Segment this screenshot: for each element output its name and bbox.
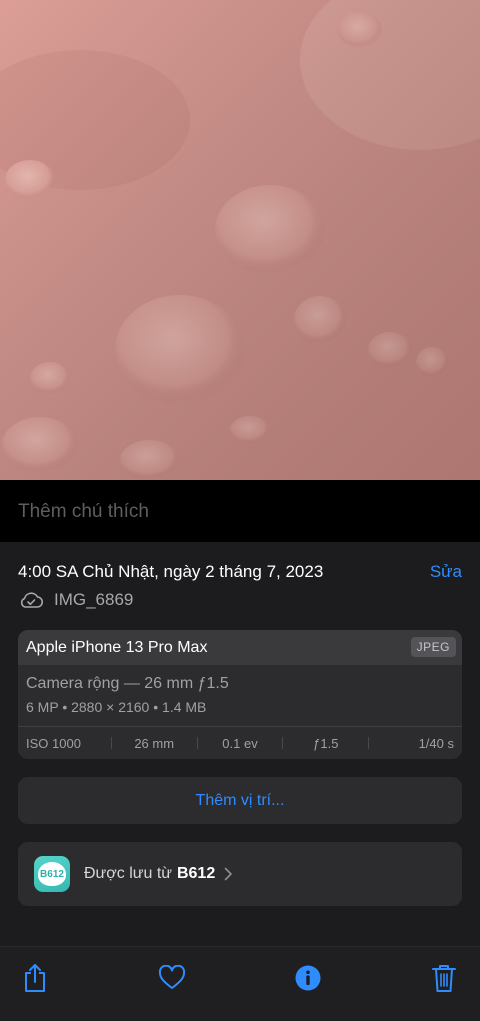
share-button[interactable] [18,961,52,995]
info-panel: 4:00 SA Chủ Nhật, ngày 2 tháng 7, 2023 S… [0,542,480,946]
photo-image [0,0,480,480]
photo-viewer[interactable] [0,0,480,480]
shutter-speed-value: 1/40 s [418,735,454,751]
b612-app-icon: B612 [34,856,70,892]
filename-row: IMG_6869 [18,590,133,610]
b612-app-icon-label: B612 [38,862,66,886]
info-button[interactable] [291,961,325,995]
caption-input[interactable] [18,500,458,524]
format-badge: JPEG [410,637,456,657]
aperture-value: ƒ1.5 [313,735,339,751]
bottom-toolbar [0,946,480,1021]
filename: IMG_6869 [54,590,134,609]
exposure-value: 0.1 ev [222,735,258,751]
caption-area [0,480,480,542]
photo-datetime: 4:00 SA Chủ Nhật, ngày 2 tháng 7, 2023 [18,562,324,581]
favorite-button[interactable] [155,961,189,995]
cloud-icon [18,590,44,610]
trash-icon [432,965,456,992]
image-specs: 6 MP • 2880 × 2160 • 1.4 MB [26,699,207,715]
exif-values-row: ISO 1000 26 mm 0.1 ev ƒ1.5 1/40 s [18,727,462,759]
share-icon [25,964,45,992]
edit-datetime-button[interactable]: Sửa [430,562,462,582]
iso-value: ISO 1000 [26,735,81,751]
saved-from-app-row[interactable]: B612 Được lưu từ B612 [18,842,462,906]
source-app-name: B612 [176,865,216,882]
chevron-right-icon [224,867,233,881]
exif-header: Apple iPhone 13 Pro Max JPEG [18,630,462,665]
exif-card: Apple iPhone 13 Pro Max JPEG Camera rộng… [18,630,462,759]
lens-info: Camera rộng — 26 mm ƒ1.5 [26,675,229,692]
heart-icon [158,965,186,989]
delete-button[interactable] [427,961,461,995]
device-name: Apple iPhone 13 Pro Max [26,639,208,656]
add-location-button[interactable]: Thêm vị trí... [18,777,462,824]
saved-from-label: Được lưu từ [84,865,172,882]
focal-length-value: 26 mm [134,735,175,751]
info-icon [295,965,321,991]
